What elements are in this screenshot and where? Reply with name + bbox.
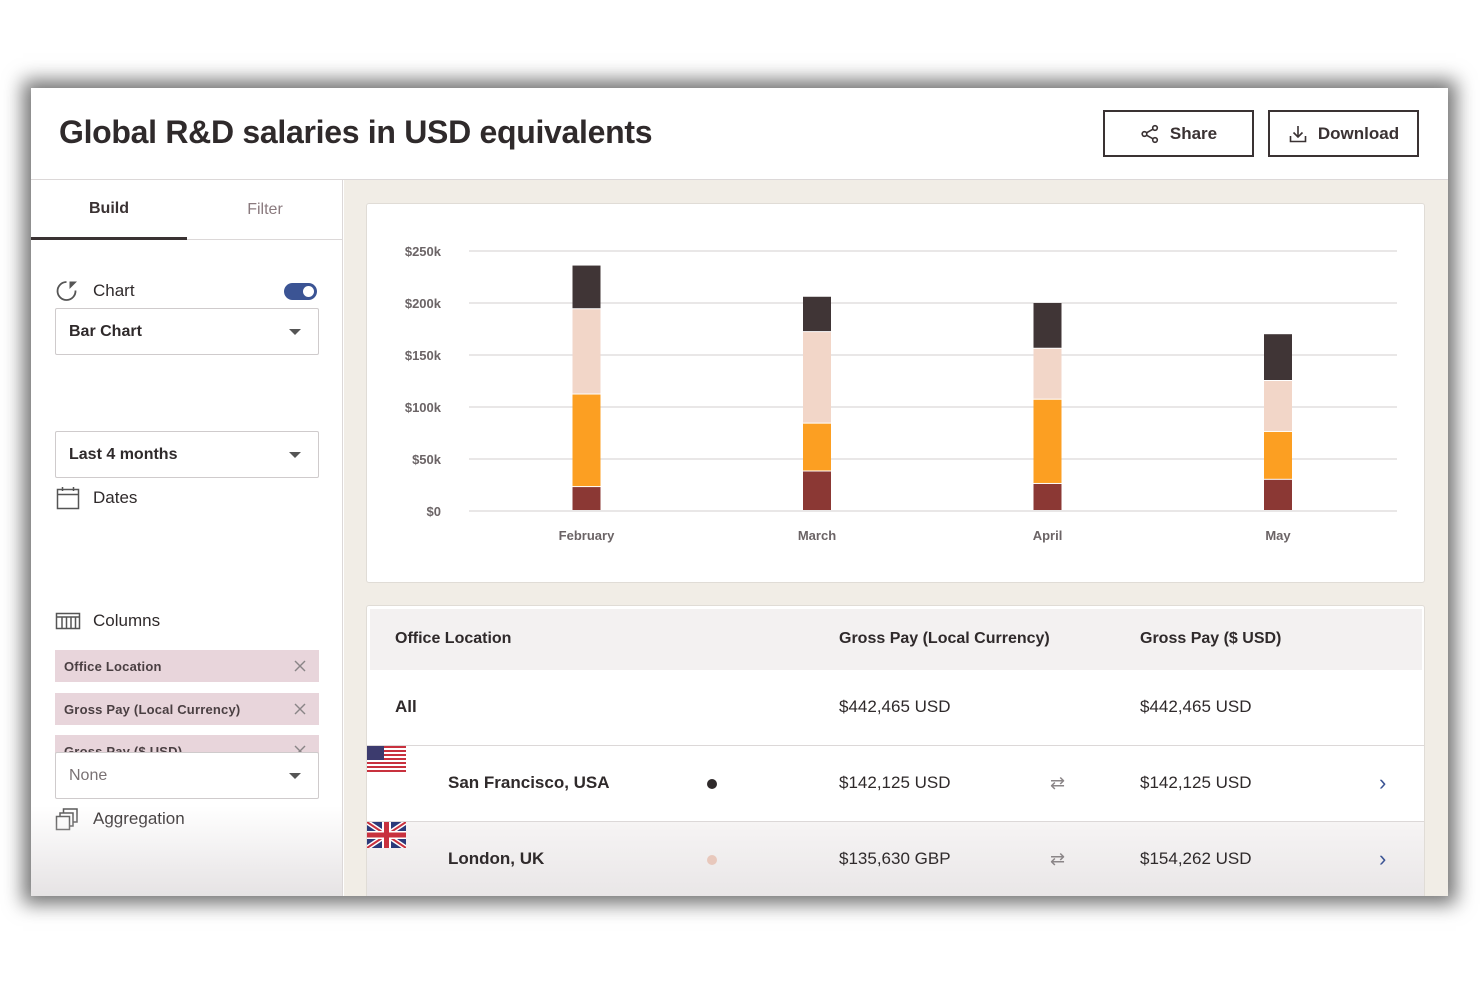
dates-value: Last 4 months: [69, 445, 178, 463]
bar-segment: [803, 423, 831, 471]
columns-section-label: Columns: [55, 608, 160, 634]
chevron-down-icon: [289, 452, 301, 458]
dates-label: Dates: [93, 488, 138, 507]
chart-type-select[interactable]: Bar Chart: [55, 308, 319, 355]
y-tick-label: $0: [427, 504, 441, 519]
swap-icon: ⇄: [1050, 773, 1066, 793]
header-office-location[interactable]: Office Location: [395, 630, 511, 648]
page-title: Global R&D salaries in USD equivalents: [59, 114, 653, 150]
tab-filter[interactable]: Filter: [187, 180, 343, 240]
bar-segment: [1264, 381, 1292, 431]
gross-pay-local: $135,630 GBP: [839, 849, 951, 868]
row-label: All: [395, 697, 417, 716]
table-row[interactable]: San Francisco, USA $142,125 USD ⇄ $142,1…: [367, 746, 1424, 822]
gross-pay-local: $142,125 USD: [839, 773, 951, 792]
aggregation-select[interactable]: None: [55, 752, 319, 799]
column-chip-gross-pay-local[interactable]: Gross Pay (Local Currency): [55, 693, 319, 725]
header-gross-pay-usd[interactable]: Gross Pay ($ USD): [1140, 630, 1281, 648]
chart-label: Chart: [93, 281, 135, 300]
share-icon: [1141, 124, 1158, 143]
sidebar-fade: [31, 806, 342, 896]
y-tick-label: $250k: [405, 244, 442, 259]
y-tick-label: $200k: [405, 296, 442, 311]
table-header: Office Location Gross Pay (Local Currenc…: [370, 609, 1422, 670]
chevron-right-icon[interactable]: ›: [1379, 770, 1386, 796]
series-dot: [707, 855, 717, 865]
columns-label: Columns: [93, 611, 161, 630]
sidebar: Build Filter Chart Bar Chart Dates Last …: [31, 180, 343, 896]
bar-segment: [572, 394, 601, 487]
y-tick-label: $50k: [412, 452, 442, 467]
aggregation-value: None: [69, 766, 108, 784]
chart-type-value: Bar Chart: [69, 322, 142, 340]
us-flag-icon: [367, 746, 406, 772]
swap-icon: ⇄: [1050, 849, 1066, 869]
bar-segment: [1033, 303, 1062, 348]
x-tick-label: April: [1033, 528, 1063, 543]
chevron-right-icon[interactable]: ›: [1379, 846, 1386, 872]
header: Global R&D salaries in USD equivalents S…: [31, 88, 1448, 180]
dates-section-label: Dates: [55, 485, 137, 511]
calendar-icon: [56, 487, 80, 510]
chart-card: $0 $50k $100k $150k $200k $250k February March A…: [366, 203, 1425, 583]
download-icon: [1289, 125, 1307, 142]
sidebar-tabs: Build Filter: [31, 180, 343, 240]
bar-segment: [803, 332, 831, 423]
x-tick-label: March: [798, 528, 836, 543]
dates-select[interactable]: Last 4 months: [55, 431, 319, 478]
close-icon[interactable]: [292, 658, 308, 674]
x-tick-label: February: [559, 528, 615, 543]
bar-segment: [572, 309, 601, 394]
table-row-all[interactable]: All $442,465 USD $442,465 USD: [367, 670, 1424, 746]
bar-segment: [1264, 431, 1292, 479]
download-label: Download: [1317, 123, 1400, 143]
share-label: Share: [1169, 123, 1218, 143]
location-name: London, UK: [448, 849, 545, 868]
gross-pay-usd: $442,465 USD: [1140, 697, 1252, 716]
gross-pay-usd: $154,262 USD: [1140, 849, 1252, 868]
chip-label: Office Location: [64, 658, 162, 674]
stacked-bar-chart: $0 $50k $100k $150k $200k $250k February March A…: [405, 244, 1397, 543]
bar-segment: [1264, 334, 1292, 380]
location-name: San Francisco, USA: [448, 773, 610, 792]
series-dot: [707, 779, 717, 789]
gross-pay-usd: $142,125 USD: [1140, 773, 1252, 792]
pie-chart-icon: [56, 281, 77, 301]
bar-segment: [803, 471, 831, 510]
bar-segment: [1033, 483, 1062, 510]
bar-segment: [1264, 479, 1292, 510]
tab-build[interactable]: Build: [31, 180, 187, 240]
column-chip-office-location[interactable]: Office Location: [55, 650, 319, 682]
chart-section-label: Chart: [55, 278, 135, 304]
x-tick-label: May: [1265, 528, 1291, 543]
bar-segment: [1033, 348, 1062, 399]
share-button[interactable]: Share: [1103, 110, 1254, 157]
chevron-down-icon: [289, 773, 301, 779]
table-row[interactable]: London, UK $135,630 GBP ⇄ $154,262 USD ›: [367, 819, 1424, 896]
data-table: Office Location Gross Pay (Local Currenc…: [366, 605, 1425, 896]
bar-segment: [1033, 399, 1062, 483]
download-button[interactable]: Download: [1268, 110, 1419, 157]
chart-toggle[interactable]: [284, 283, 317, 300]
close-icon[interactable]: [292, 701, 308, 717]
bar-segment: [572, 487, 601, 510]
y-tick-label: $100k: [405, 400, 442, 415]
gross-pay-local: $442,465 USD: [839, 697, 951, 716]
chevron-down-icon: [289, 329, 301, 335]
uk-flag-icon: [367, 819, 408, 851]
bar-segment: [572, 265, 601, 309]
app-window: Global R&D salaries in USD equivalents S…: [31, 88, 1448, 896]
bar-segment: [803, 296, 831, 332]
chip-label: Gross Pay (Local Currency): [64, 701, 241, 717]
main-panel: $0 $50k $100k $150k $200k $250k February March A…: [344, 180, 1448, 896]
y-tick-label: $150k: [405, 348, 442, 363]
header-gross-pay-local[interactable]: Gross Pay (Local Currency): [839, 630, 1050, 648]
columns-icon: [55, 612, 81, 630]
